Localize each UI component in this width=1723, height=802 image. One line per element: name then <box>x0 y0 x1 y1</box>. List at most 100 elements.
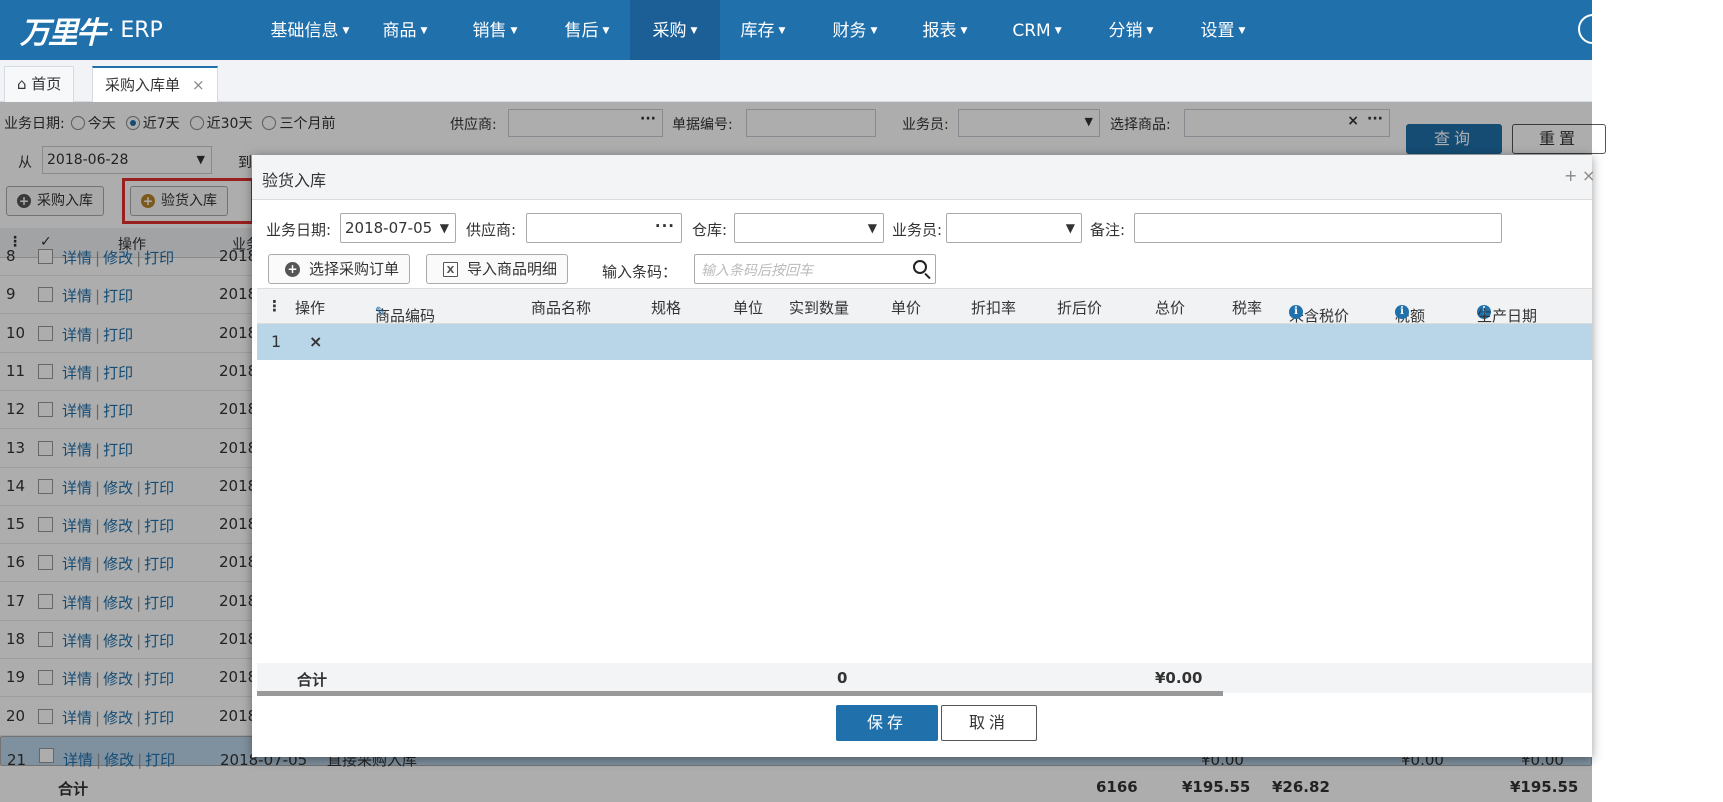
remark-input[interactable] <box>1134 213 1502 243</box>
tab-purchase-inbound[interactable]: 采购入库单 × <box>92 66 218 102</box>
info-icon[interactable]: i <box>1289 305 1303 319</box>
warehouse-label: 仓库: <box>692 221 728 239</box>
nav-label: 基础信息 <box>270 21 339 41</box>
col-received-qty: 实到数量 <box>789 299 850 317</box>
summary-label: 合计 <box>297 671 328 689</box>
nav-label: 报表 <box>922 21 957 41</box>
chevron-down-icon: ▼ <box>1146 26 1154 36</box>
chevron-down-icon: ▼ <box>602 26 610 36</box>
cancel-button[interactable]: 取消 <box>941 705 1037 741</box>
nav-item-reports[interactable]: 报表 ▼ <box>912 0 978 60</box>
nav-label: CRM <box>1012 21 1051 41</box>
pencil-icon: ✎ <box>375 305 386 320</box>
nav-item-distribution[interactable]: 分销 ▼ <box>1098 0 1164 60</box>
summary-total: ¥0.00 <box>1155 669 1203 687</box>
search-icon[interactable] <box>913 260 927 274</box>
chevron-down-icon: ▼ <box>420 26 428 36</box>
dialog-title: 验货入库 <box>262 171 327 190</box>
col-tax-rate: 税率 <box>1232 299 1263 317</box>
tab-label: 首页 <box>31 75 62 93</box>
nav-item-purchase[interactable]: 采购 ▼ <box>630 0 720 60</box>
chevron-down-icon: ▼ <box>1065 221 1075 235</box>
delete-row-icon[interactable]: × <box>309 332 322 351</box>
col-operation: 操作 <box>295 299 326 317</box>
chevron-down-icon: ▼ <box>439 221 449 235</box>
tab-home[interactable]: ⌂ 首页 <box>4 66 75 102</box>
nav-item-inventory[interactable]: 库存 ▼ <box>730 0 796 60</box>
logo-erp: ERP <box>120 17 163 43</box>
col-unit-price: 单价 <box>891 299 922 317</box>
top-nav: 万里牛 · ERP 基础信息 ▼ 商品 ▼ 销售 ▼ 售后 ▼ 采购 ▼ 库存 ▼ 财务 ▼ … <box>0 0 1608 60</box>
nav-label: 售后 <box>564 21 599 41</box>
nav-label: 设置 <box>1200 21 1235 41</box>
col-total-price: 总价 <box>1155 299 1186 317</box>
save-button[interactable]: 保存 <box>836 705 938 741</box>
barcode-label: 输入条码： <box>602 263 678 281</box>
summary-qty: 0 <box>837 669 848 687</box>
chevron-down-icon: ▼ <box>1238 26 1246 36</box>
items-summary: 合计 0 ¥0.00 <box>257 663 1592 693</box>
more-icon[interactable]: ··· <box>655 212 675 240</box>
close-icon[interactable]: × <box>1582 166 1595 185</box>
warehouse-select[interactable]: ▼ <box>734 213 884 243</box>
barcode-input[interactable]: 输入条码后按回车 <box>694 254 936 284</box>
close-icon[interactable]: × <box>192 76 205 94</box>
nav-label: 分销 <box>1108 21 1143 41</box>
chevron-down-icon: ▼ <box>690 26 698 36</box>
tab-label: 采购入库单 <box>105 76 181 94</box>
user-avatar-icon[interactable] <box>1578 14 1608 44</box>
supplier-input[interactable]: ··· <box>526 213 682 243</box>
nav-item-crm[interactable]: CRM ▼ <box>1004 0 1070 60</box>
date-select[interactable]: 2018-07-05 ▼ <box>340 213 456 243</box>
col-discount-rate: 折扣率 <box>971 299 1017 317</box>
chevron-down-icon: ▼ <box>778 26 786 36</box>
nav-label: 财务 <box>832 21 867 41</box>
horizontal-scrollbar[interactable] <box>257 691 1223 696</box>
button-label: 导入商品明细 <box>467 260 558 278</box>
column-menu-icon[interactable]: ⋮ <box>267 297 282 315</box>
nav-label: 库存 <box>740 21 775 41</box>
items-grid-row[interactable]: 1 × <box>257 324 1592 360</box>
nav-item-after-sales[interactable]: 售后 ▼ <box>554 0 620 60</box>
import-items-button[interactable]: X 导入商品明细 <box>426 254 569 284</box>
logo[interactable]: 万里牛 · ERP <box>20 10 163 51</box>
col-product-name: 商品名称 <box>531 299 592 317</box>
select-po-button[interactable]: + 选择采购订单 <box>268 254 411 284</box>
nav-label: 商品 <box>382 21 417 41</box>
inspect-inbound-dialog: 验货入库 + × 业务日期: 2018-07-05 ▼ 供应商: ··· 仓库: … <box>252 155 1595 757</box>
date-value: 2018-07-05 <box>345 219 433 237</box>
barcode-placeholder: 输入条码后按回车 <box>701 263 813 279</box>
nav-item-settings[interactable]: 设置 ▼ <box>1190 0 1256 60</box>
chevron-down-icon: ▼ <box>870 26 878 36</box>
pencil-icon: ✎ <box>1477 305 1488 320</box>
tab-bar: ⌂ 首页 采购入库单 × <box>0 60 1592 102</box>
col-unit: 单位 <box>733 299 764 317</box>
chevron-down-icon: ▼ <box>960 26 968 36</box>
col-spec: 规格 <box>651 299 682 317</box>
nav-label: 销售 <box>472 21 507 41</box>
logo-dot: · <box>108 18 115 42</box>
plus-circle-icon: + <box>285 262 300 277</box>
nav-item-sales[interactable]: 销售 ▼ <box>462 0 528 60</box>
nav-item-basic-info[interactable]: 基础信息 ▼ <box>260 0 360 60</box>
dialog-title-bar: 验货入库 + × <box>252 155 1595 200</box>
nav-label: 采购 <box>652 21 687 41</box>
excel-file-icon: X <box>443 262 458 277</box>
col-discounted-price: 折后价 <box>1057 299 1103 317</box>
nav-item-finance[interactable]: 财务 ▼ <box>822 0 888 60</box>
remark-label: 备注: <box>1090 221 1126 239</box>
nav-item-products[interactable]: 商品 ▼ <box>372 0 438 60</box>
home-icon: ⌂ <box>17 75 32 93</box>
date-label: 业务日期: <box>266 221 332 239</box>
row-number: 1 <box>271 332 282 351</box>
chevron-down-icon: ▼ <box>342 26 350 36</box>
items-grid-header: ⋮ 操作 商品编码 ✎ 商品名称 规格 单位 实到数量 单价 折扣率 折后价 总价… <box>257 288 1592 325</box>
supplier-label: 供应商: <box>466 221 517 239</box>
maximize-icon[interactable]: + <box>1564 166 1577 185</box>
logo-mark: 万里牛 <box>20 16 106 51</box>
staff-label: 业务员: <box>892 221 943 239</box>
info-icon[interactable]: i <box>1395 305 1409 319</box>
staff-select[interactable]: ▼ <box>946 213 1082 243</box>
chevron-down-icon: ▼ <box>510 26 518 36</box>
button-label: 选择采购订单 <box>309 260 400 278</box>
